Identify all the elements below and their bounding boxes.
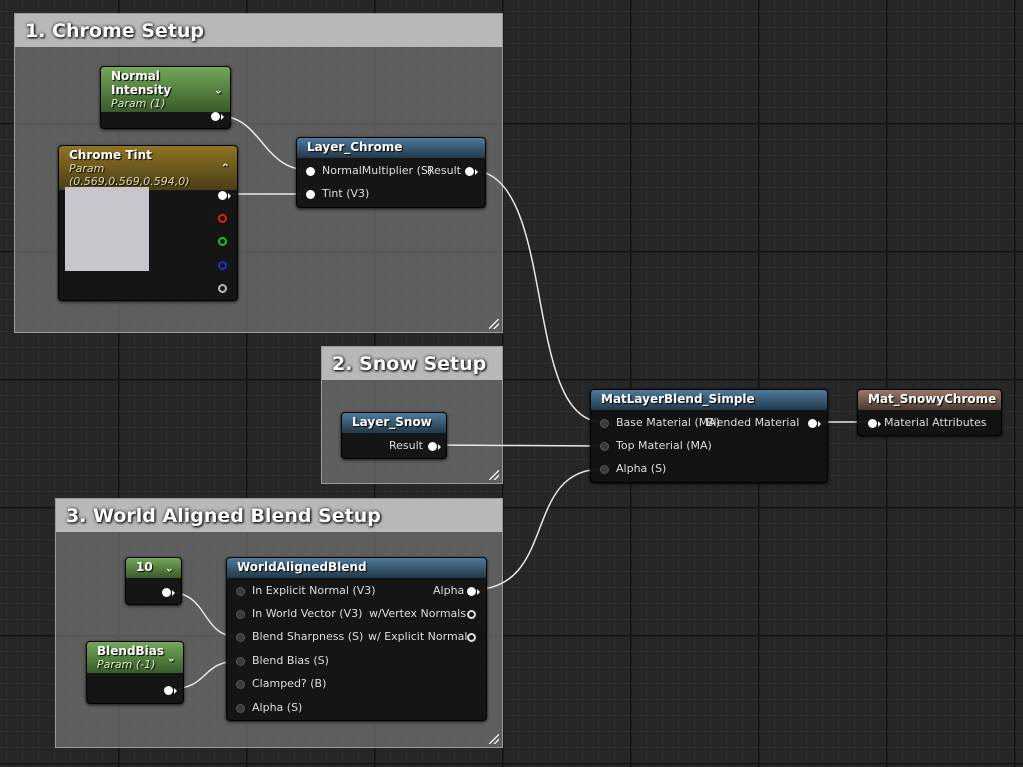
node-mat-snowychrome[interactable]: Mat_SnowyChrome Material Attributes bbox=[857, 389, 1002, 436]
pin-label-result: Result bbox=[389, 439, 423, 452]
pin-label-top-material: Top Material (MA) bbox=[616, 439, 712, 452]
node-constant-10[interactable]: 10 ⌄ bbox=[125, 557, 182, 605]
pin-label-normal-multiplier: NormalMultiplier (S) bbox=[322, 164, 433, 177]
chevron-down-icon[interactable]: ⌄ bbox=[165, 562, 174, 575]
output-pin-vertex-normals[interactable] bbox=[467, 610, 476, 619]
pin-label-alpha-in: Alpha (S) bbox=[252, 701, 303, 714]
input-pin[interactable] bbox=[236, 704, 245, 713]
output-pin-explicit-normal[interactable] bbox=[467, 633, 476, 642]
pin-arrow-icon bbox=[878, 421, 881, 427]
output-pin-result[interactable] bbox=[428, 442, 437, 451]
resize-grip-icon[interactable] bbox=[489, 470, 499, 480]
node-matlayerblend-simple[interactable]: MatLayerBlend_Simple Base Material (MA) … bbox=[590, 389, 828, 483]
node-title: Layer_Snow bbox=[352, 415, 432, 429]
input-pin[interactable] bbox=[868, 419, 877, 428]
output-pin-r[interactable] bbox=[218, 214, 227, 223]
node-title: Layer_Chrome bbox=[307, 140, 403, 154]
pin-arrow-icon bbox=[221, 114, 224, 120]
node-header[interactable]: Normal Intensity Param (1) ⌄ bbox=[101, 67, 230, 112]
node-title: Chrome Tint bbox=[69, 148, 152, 162]
output-pin-rgb[interactable] bbox=[218, 191, 227, 200]
node-title: MatLayerBlend_Simple bbox=[601, 392, 755, 406]
comment-title: 3. World Aligned Blend Setup bbox=[56, 499, 502, 532]
input-pin[interactable] bbox=[600, 442, 609, 451]
output-pin[interactable] bbox=[162, 588, 171, 597]
chevron-up-icon[interactable]: ⌃ bbox=[221, 162, 230, 175]
pin-label-base-material: Base Material (MA) bbox=[616, 416, 721, 429]
pin-label-alpha: Alpha (S) bbox=[616, 462, 667, 475]
pin-label-result: Result bbox=[427, 164, 461, 177]
node-header[interactable]: 10 ⌄ bbox=[126, 558, 181, 578]
pin-label-blend-sharpness: Blend Sharpness (S) bbox=[252, 630, 364, 643]
pin-label-alpha-out: Alpha bbox=[433, 584, 465, 597]
input-pin[interactable] bbox=[236, 657, 245, 666]
pin-arrow-icon bbox=[477, 589, 480, 595]
output-pin-b[interactable] bbox=[218, 261, 227, 270]
pin-label-material-attributes: Material Attributes bbox=[884, 416, 987, 429]
node-title: 10 bbox=[136, 560, 153, 574]
pin-label-blended-material: Blended Material bbox=[706, 416, 800, 429]
pin-arrow-icon bbox=[172, 590, 175, 596]
node-normal-intensity[interactable]: Normal Intensity Param (1) ⌄ bbox=[100, 66, 231, 129]
input-pin[interactable] bbox=[236, 587, 245, 596]
node-header[interactable]: BlendBias Param (-1) ⌄ bbox=[87, 642, 183, 673]
resize-grip-icon[interactable] bbox=[489, 319, 499, 329]
input-pin[interactable] bbox=[306, 167, 315, 176]
node-subtitle: Param (1) bbox=[111, 97, 166, 110]
input-pin[interactable] bbox=[600, 465, 609, 474]
output-pin-result[interactable] bbox=[465, 167, 474, 176]
node-chrome-tint[interactable]: Chrome Tint Param (0.569,0.569,0.594,0) … bbox=[58, 145, 238, 301]
node-header[interactable]: Layer_Chrome bbox=[297, 138, 485, 158]
output-pin-alpha[interactable] bbox=[467, 587, 476, 596]
node-layer-chrome[interactable]: Layer_Chrome NormalMultiplier (S) Result… bbox=[296, 137, 486, 208]
pin-label-in-explicit-normal: In Explicit Normal (V3) bbox=[252, 584, 376, 597]
node-header[interactable]: Chrome Tint Param (0.569,0.569,0.594,0) … bbox=[59, 146, 237, 190]
node-title: WorldAlignedBlend bbox=[237, 560, 367, 574]
pin-label-blend-bias: Blend Bias (S) bbox=[252, 654, 329, 667]
node-worldalignedblend[interactable]: WorldAlignedBlend In Explicit Normal (V3… bbox=[226, 557, 487, 721]
comment-title: 1. Chrome Setup bbox=[15, 14, 502, 47]
node-layer-snow[interactable]: Layer_Snow Result bbox=[341, 412, 447, 459]
input-pin[interactable] bbox=[306, 190, 315, 199]
output-pin[interactable] bbox=[164, 686, 173, 695]
input-pin[interactable] bbox=[236, 610, 245, 619]
pin-label-tint: Tint (V3) bbox=[322, 187, 370, 200]
output-pin-g[interactable] bbox=[218, 237, 227, 246]
node-subtitle: Param (0.569,0.569,0.594,0) bbox=[69, 162, 190, 188]
node-subtitle: Param (-1) bbox=[97, 658, 156, 671]
pin-label-in-world-vector: In World Vector (V3) bbox=[252, 607, 363, 620]
output-pin-blended[interactable] bbox=[808, 419, 817, 428]
pin-arrow-icon bbox=[818, 421, 821, 427]
resize-grip-icon[interactable] bbox=[489, 734, 499, 744]
node-header[interactable]: Mat_SnowyChrome bbox=[858, 390, 1001, 410]
color-swatch bbox=[65, 187, 149, 271]
output-pin-a[interactable] bbox=[218, 284, 227, 293]
chevron-down-icon[interactable]: ⌄ bbox=[167, 651, 176, 664]
node-blendbias[interactable]: BlendBias Param (-1) ⌄ bbox=[86, 641, 184, 704]
node-title: Mat_SnowyChrome bbox=[868, 392, 997, 406]
pin-arrow-icon bbox=[174, 688, 177, 694]
node-header[interactable]: WorldAlignedBlend bbox=[227, 558, 486, 578]
comment-title: 2. Snow Setup bbox=[322, 347, 502, 380]
pin-arrow-icon bbox=[475, 169, 478, 175]
pin-arrow-icon bbox=[228, 193, 231, 199]
input-pin[interactable] bbox=[236, 680, 245, 689]
node-title: BlendBias bbox=[97, 644, 165, 658]
output-pin[interactable] bbox=[211, 112, 220, 121]
node-header[interactable]: MatLayerBlend_Simple bbox=[591, 390, 827, 410]
pin-label-clamped: Clamped? (B) bbox=[252, 677, 327, 690]
pin-label-vertex-normals: w/Vertex Normals bbox=[369, 607, 467, 620]
node-title: Normal Intensity bbox=[111, 69, 172, 97]
pin-label-explicit-normal: w/ Explicit Normal bbox=[368, 630, 468, 643]
input-pin[interactable] bbox=[236, 633, 245, 642]
pin-arrow-icon bbox=[438, 444, 441, 450]
input-pin[interactable] bbox=[600, 419, 609, 428]
node-header[interactable]: Layer_Snow bbox=[342, 413, 446, 433]
chevron-down-icon[interactable]: ⌄ bbox=[214, 83, 223, 96]
